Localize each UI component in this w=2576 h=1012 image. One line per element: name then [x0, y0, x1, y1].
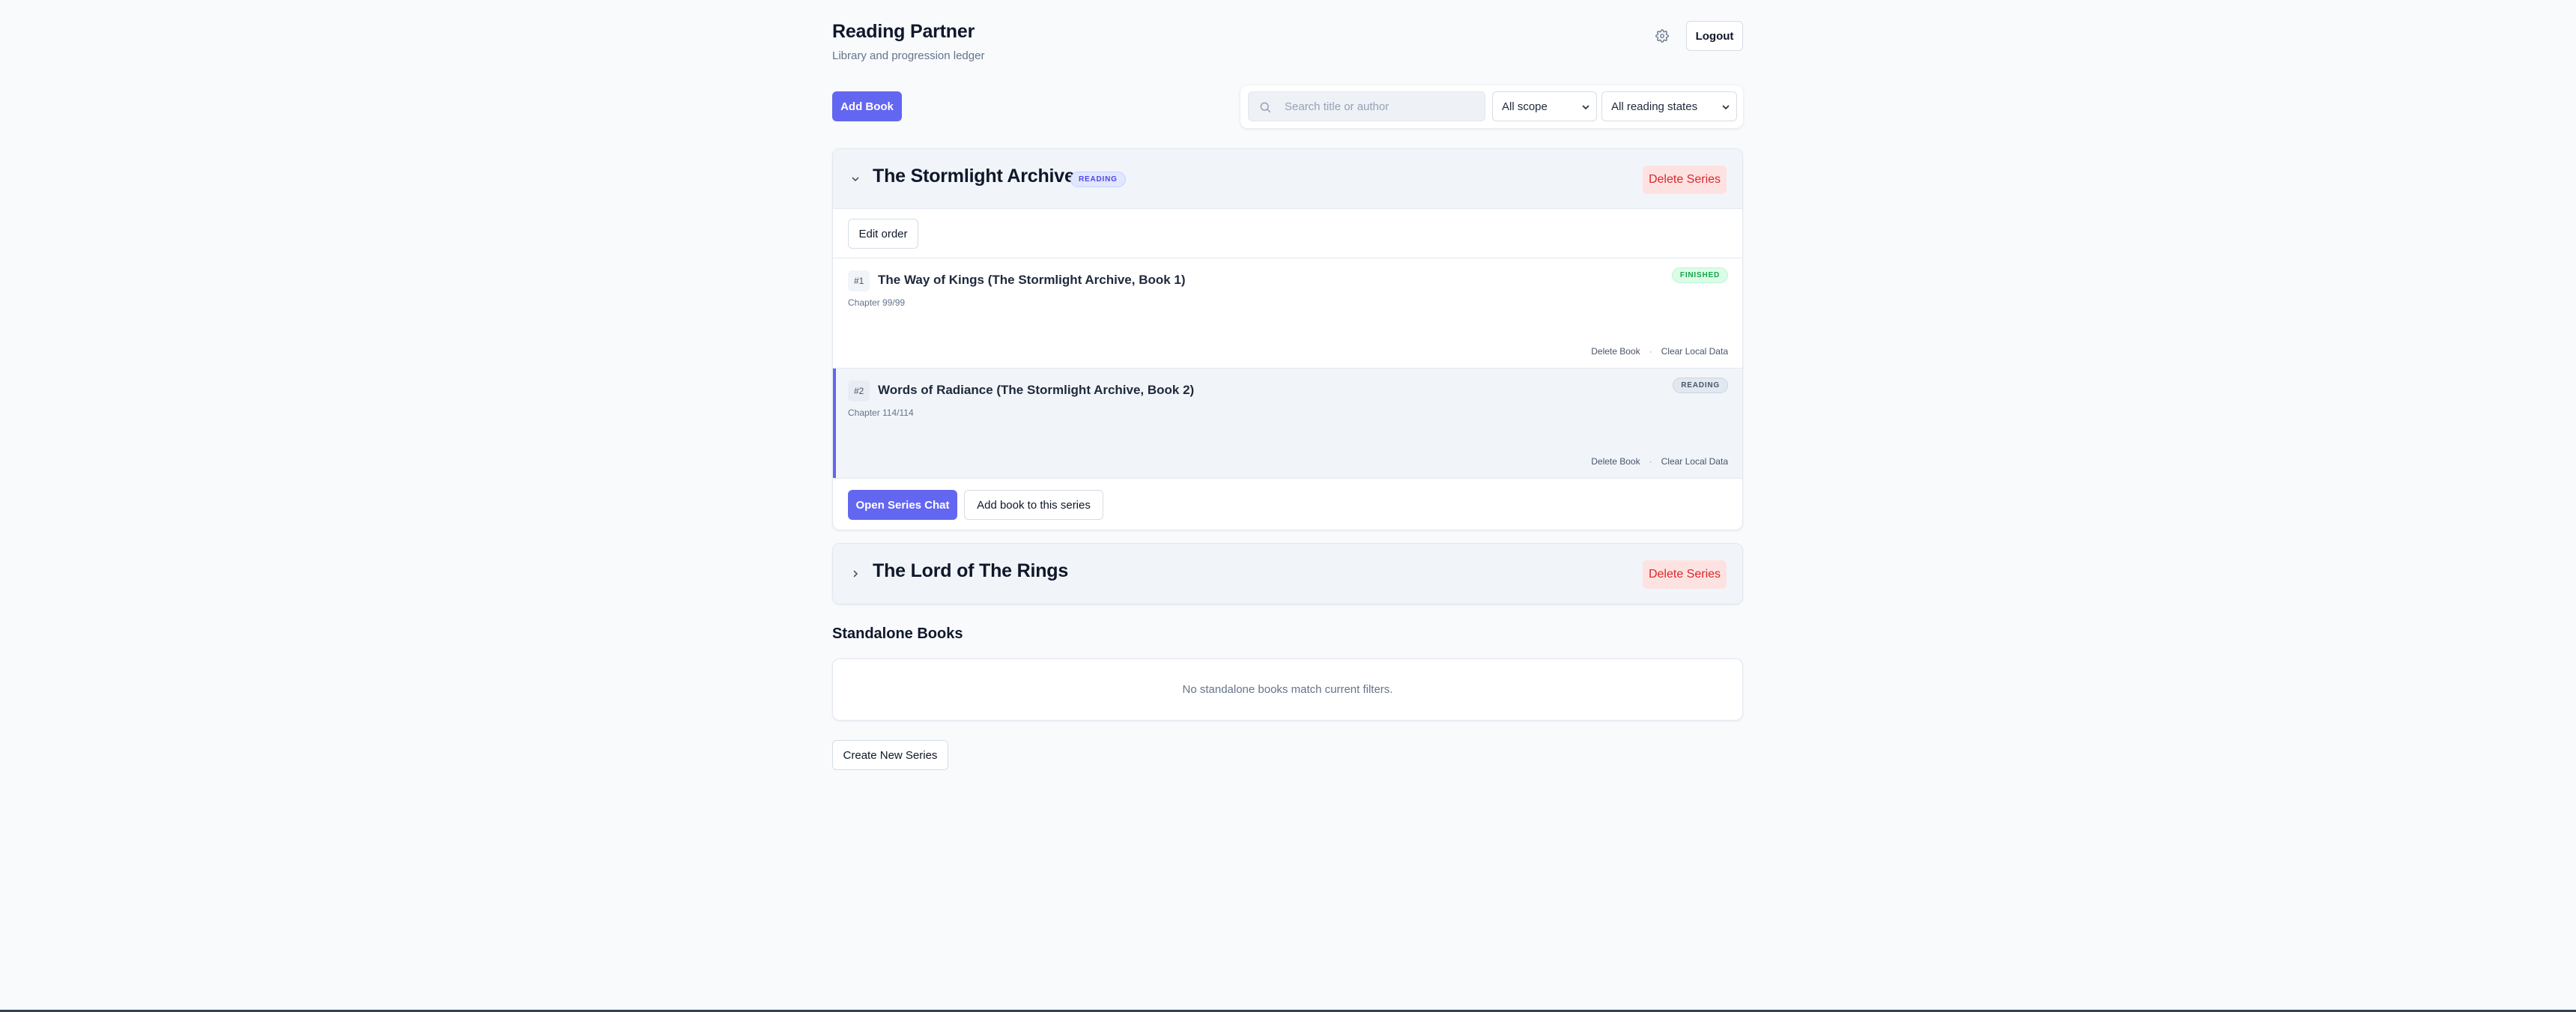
clear-local-data-link[interactable]: Clear Local Data — [1661, 456, 1728, 467]
scope-select[interactable]: All scope — [1492, 91, 1597, 121]
scope-select-value: All scope — [1502, 100, 1548, 113]
status-badge: READING — [1070, 172, 1126, 187]
separator-dot: · — [1649, 346, 1652, 357]
app-title: Reading Partner — [832, 21, 975, 42]
status-badge: FINISHED — [1671, 267, 1728, 283]
delete-series-button[interactable]: Delete Series — [1643, 560, 1727, 589]
separator-dot: · — [1649, 456, 1652, 467]
series-title: The Lord of The Rings — [873, 560, 1069, 581]
series-edit-row: Edit order — [833, 209, 1742, 258]
book-title[interactable]: Words of Radiance (The Stormlight Archiv… — [878, 383, 1194, 398]
series-title: The Stormlight Archive — [873, 166, 1075, 187]
standalone-heading: Standalone Books — [832, 625, 963, 642]
standalone-empty-state: No standalone books match current filter… — [832, 658, 1743, 721]
gear-icon — [1655, 29, 1669, 43]
search-field[interactable] — [1248, 91, 1485, 121]
series-card: The Stormlight Archive READING Delete Se… — [832, 148, 1743, 530]
app-container: Reading Partner Library and progression … — [832, 0, 1743, 770]
edit-order-button[interactable]: Edit order — [848, 219, 918, 249]
empty-message: No standalone books match current filter… — [1182, 683, 1393, 696]
settings-button[interactable] — [1647, 22, 1677, 49]
logout-button[interactable]: Logout — [1686, 21, 1743, 51]
book-actions: Delete Book · Clear Local Data — [1591, 456, 1728, 467]
chevron-down-icon — [1722, 105, 1730, 109]
open-series-chat-button[interactable]: Open Series Chat — [848, 490, 957, 520]
series-footer: Open Series Chat Add book to this series — [833, 479, 1742, 530]
series-header[interactable]: The Lord of The Rings Delete Series — [833, 544, 1742, 604]
book-row[interactable]: #2 Words of Radiance (The Stormlight Arc… — [833, 369, 1742, 479]
book-progress: Chapter 99/99 — [848, 297, 906, 308]
add-book-button[interactable]: Add Book — [832, 91, 902, 121]
toolbar: Add Book All scope All reading states — [832, 75, 1743, 148]
create-new-series-button[interactable]: Create New Series — [832, 740, 948, 770]
status-badge: READING — [1673, 378, 1728, 393]
search-input[interactable] — [1285, 92, 1479, 121]
clear-local-data-link[interactable]: Clear Local Data — [1661, 346, 1728, 357]
add-book-to-series-button[interactable]: Add book to this series — [964, 490, 1103, 520]
reading-state-select[interactable]: All reading states — [1601, 91, 1737, 121]
app-subtitle: Library and progression ledger — [832, 49, 985, 62]
book-number: #1 — [848, 270, 870, 291]
chevron-right-icon[interactable] — [850, 569, 861, 579]
chevron-down-icon[interactable] — [850, 174, 861, 184]
search-icon — [1260, 102, 1271, 113]
delete-series-button[interactable]: Delete Series — [1643, 166, 1727, 194]
series-header[interactable]: The Stormlight Archive READING Delete Se… — [833, 149, 1742, 209]
delete-book-link[interactable]: Delete Book — [1591, 346, 1640, 357]
chevron-down-icon — [1582, 105, 1589, 109]
delete-book-link[interactable]: Delete Book — [1591, 456, 1640, 467]
book-row[interactable]: #1 The Way of Kings (The Stormlight Arch… — [833, 258, 1742, 369]
filter-bar: All scope All reading states — [1240, 85, 1743, 128]
book-progress: Chapter 114/114 — [848, 407, 914, 418]
book-number: #2 — [848, 381, 870, 402]
book-actions: Delete Book · Clear Local Data — [1591, 346, 1728, 357]
book-title[interactable]: The Way of Kings (The Stormlight Archive… — [878, 273, 1186, 288]
reading-state-select-value: All reading states — [1611, 100, 1698, 113]
series-card: The Lord of The Rings Delete Series — [832, 543, 1743, 605]
page-header: Reading Partner Library and progression … — [832, 0, 1743, 75]
